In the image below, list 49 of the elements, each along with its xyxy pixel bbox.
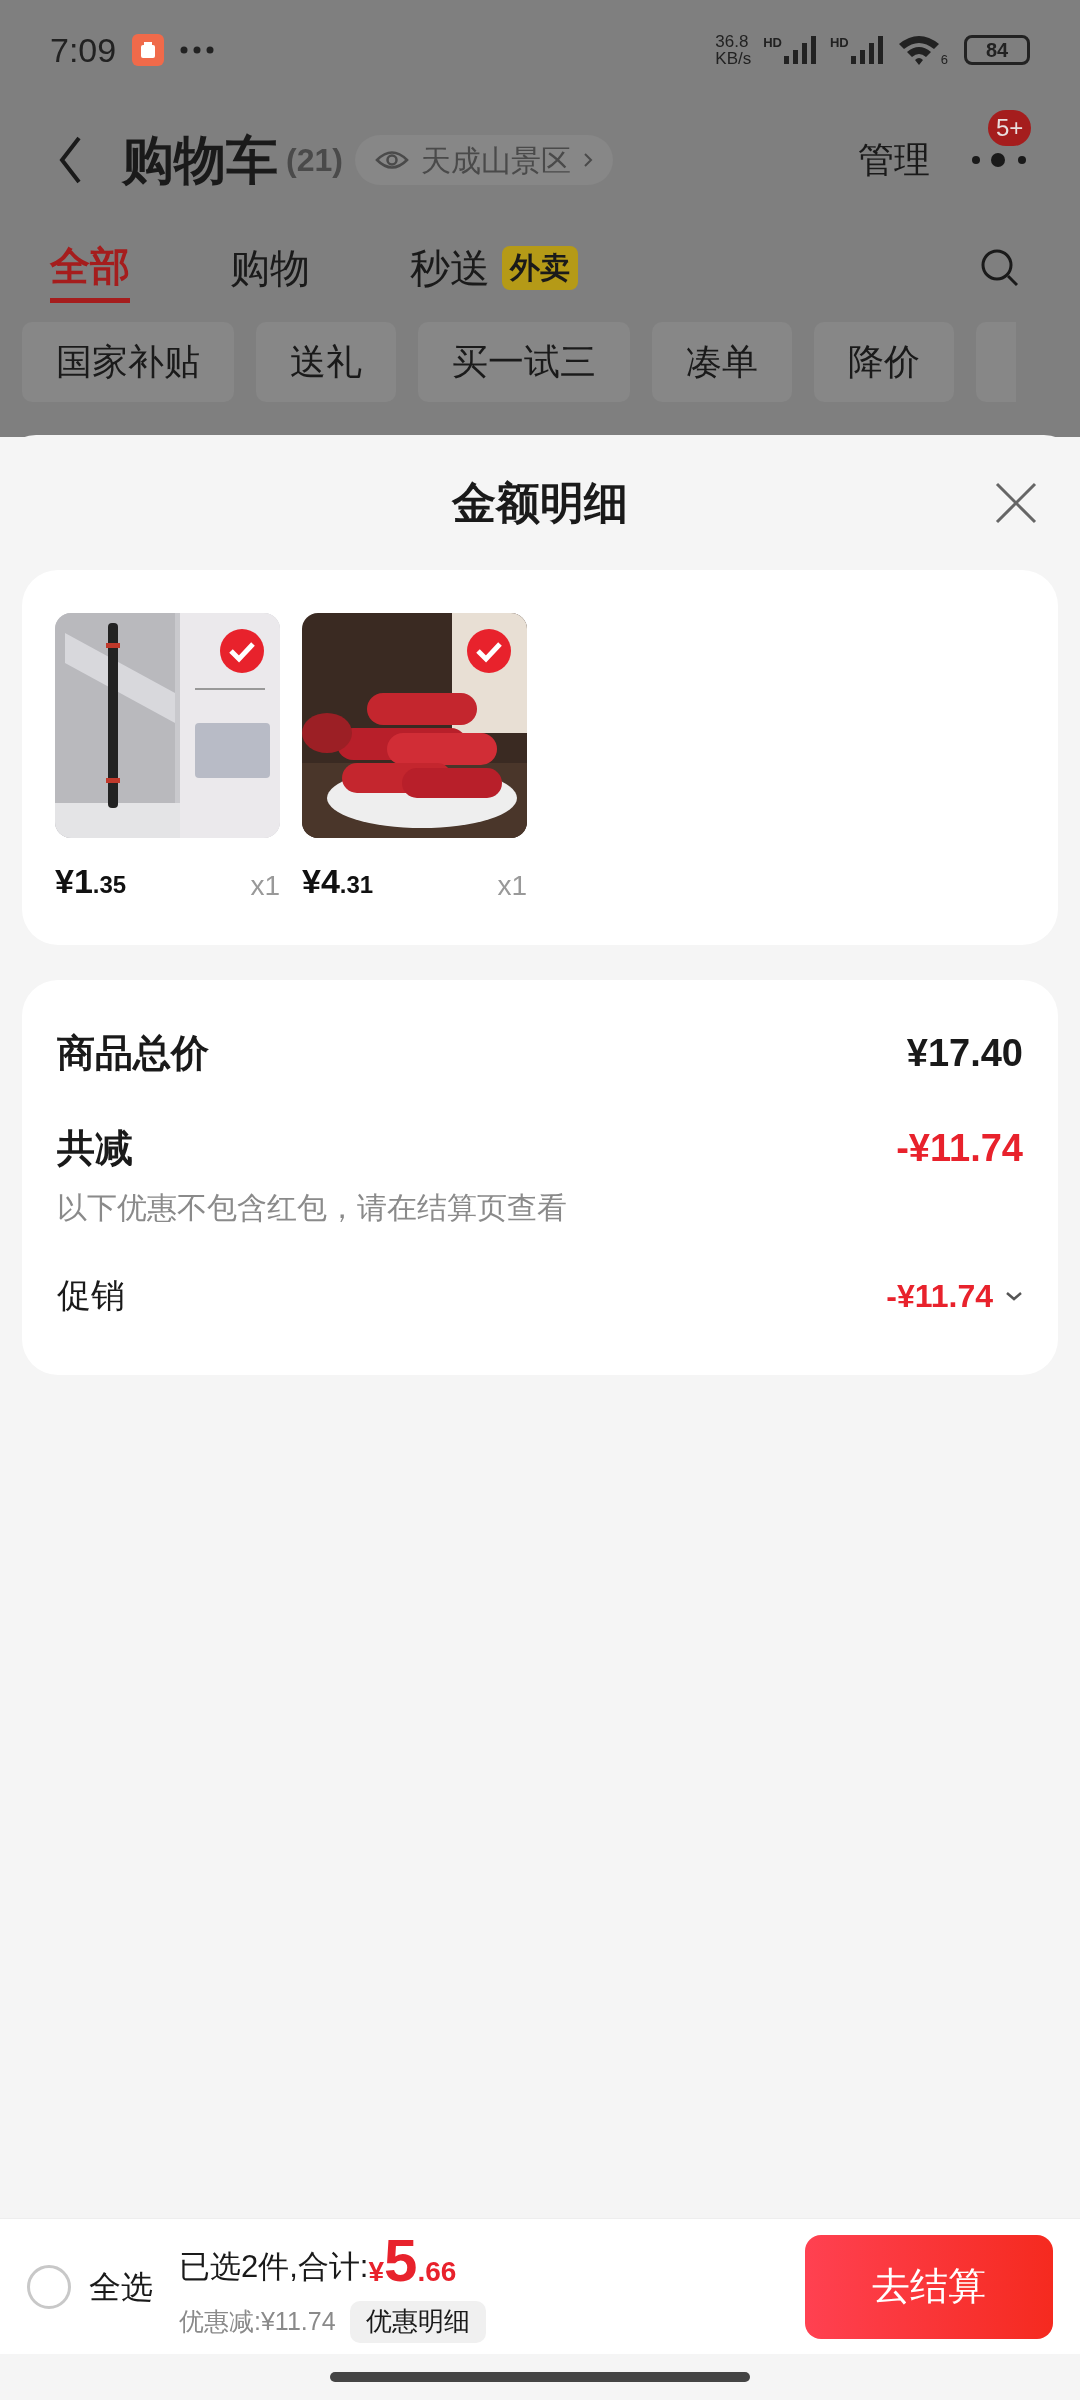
discount-note: 以下优惠不包含红包，请在结算页查看	[57, 1190, 568, 1226]
discount-value: -¥11.74	[896, 1126, 1023, 1171]
filter-chip[interactable]: 凑单	[652, 322, 792, 402]
promo-label: 促销	[57, 1275, 125, 1316]
notification-badge: 5+	[988, 110, 1032, 146]
selected-summary: 已选2件,合计:	[179, 2248, 369, 2286]
battery-indicator: 84	[964, 35, 1030, 65]
app-notification-icon	[132, 34, 165, 66]
checkmark-icon[interactable]	[467, 629, 511, 673]
total-label: 商品总价	[57, 1031, 209, 1076]
network-unit: KB/s	[715, 50, 752, 67]
category-tab[interactable]: 购物	[230, 233, 310, 303]
total-value: ¥17.40	[906, 1031, 1023, 1076]
item-price: ¥4.31	[302, 861, 374, 902]
network-label: HD	[830, 36, 849, 49]
filter-chip[interactable]: 降价	[814, 322, 954, 402]
more-icon	[180, 46, 215, 54]
chevron-right-icon	[582, 152, 593, 168]
item-quantity: x1	[497, 869, 527, 903]
manage-button[interactable]: 管理	[858, 133, 930, 187]
search-icon[interactable]	[980, 248, 1020, 288]
page-title: 购物车	[122, 130, 278, 191]
checkout-button[interactable]: 去结算	[805, 2234, 1053, 2339]
signal-icon	[784, 36, 818, 64]
total-amount: ¥5.66	[368, 2230, 457, 2291]
discount-detail-button[interactable]: 优惠明细	[349, 2300, 486, 2343]
item-price: ¥1.35	[55, 861, 127, 902]
signal-icon	[850, 36, 885, 64]
eye-icon	[374, 149, 409, 171]
sheet-title: 金额明细	[452, 476, 628, 529]
location-chip[interactable]: 天成山景区	[354, 135, 613, 185]
category-tab[interactable]: 秒送 外卖	[410, 233, 578, 303]
wifi-label: 6	[940, 53, 948, 66]
delivery-tag: 外卖	[502, 246, 578, 290]
select-all-label: 全选	[89, 2267, 153, 2307]
back-icon[interactable]	[58, 135, 82, 185]
filter-chip[interactable]: 买一试三	[418, 322, 630, 402]
saving-text: 优惠减:¥11.74	[179, 2305, 336, 2337]
network-label: HD	[763, 36, 782, 49]
network-speed: 36.8	[715, 33, 749, 50]
filter-chip[interactable]: 国家补贴	[22, 322, 234, 402]
close-icon[interactable]	[994, 480, 1038, 525]
select-all-checkbox[interactable]	[27, 2264, 71, 2309]
status-time: 7:09	[50, 29, 117, 71]
item-quantity: x1	[250, 869, 280, 903]
discount-label: 共减	[57, 1126, 133, 1171]
filter-chip[interactable]: 送礼	[256, 322, 396, 402]
checkmark-icon[interactable]	[220, 629, 264, 673]
promo-toggle[interactable]: -¥11.74	[886, 1271, 1023, 1320]
